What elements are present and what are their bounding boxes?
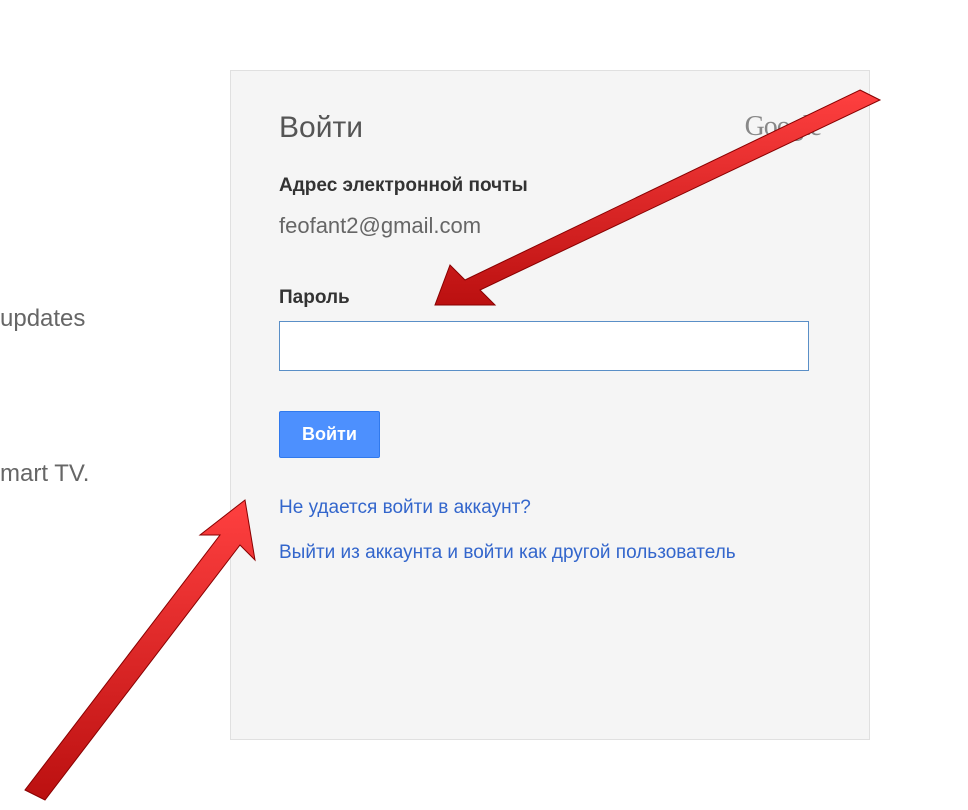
login-card: Войти Google Адрес электронной почты feo… xyxy=(230,70,870,740)
background-text-updates: updates xyxy=(0,305,85,333)
email-value: feofant2@gmail.com xyxy=(279,213,821,239)
password-label: Пароль xyxy=(279,287,821,309)
google-logo: Google xyxy=(745,111,821,143)
card-header: Войти Google xyxy=(279,111,821,145)
cant-access-link[interactable]: Не удается войти в аккаунт? xyxy=(279,494,779,523)
switch-account-link[interactable]: Выйти из аккаунта и войти как другой пол… xyxy=(279,539,779,568)
email-label: Адрес электронной почты xyxy=(279,175,821,197)
signin-button[interactable]: Войти xyxy=(279,411,380,458)
background-text-smarttv: mart TV. xyxy=(0,460,89,488)
password-input[interactable] xyxy=(279,321,809,371)
login-title: Войти xyxy=(279,111,363,145)
